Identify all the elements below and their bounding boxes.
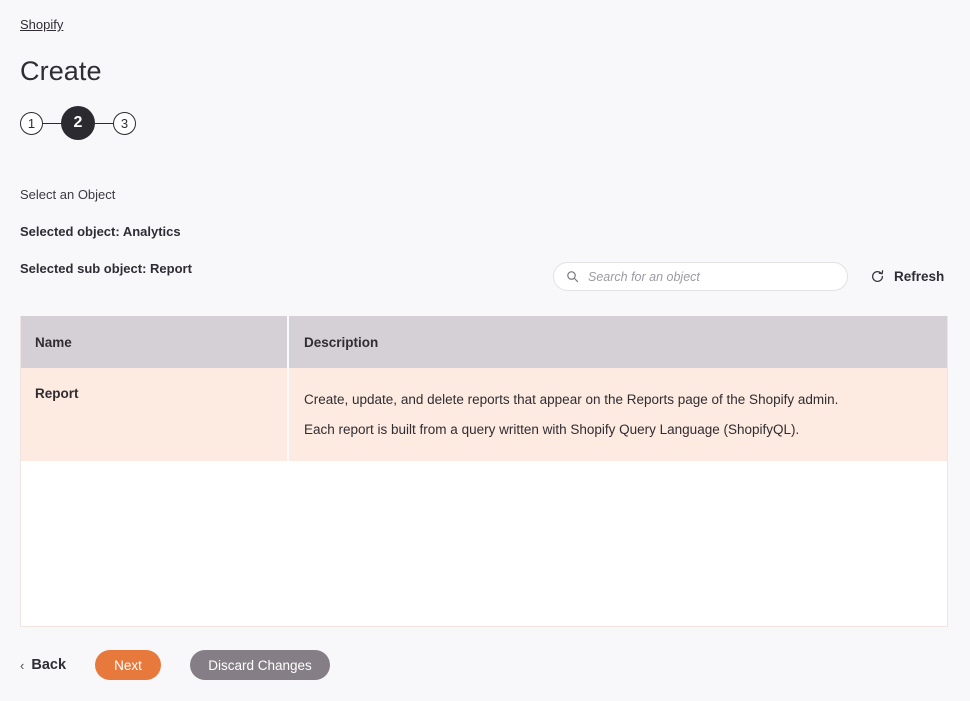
breadcrumb: Shopify xyxy=(20,0,950,33)
refresh-button[interactable]: Refresh xyxy=(870,269,944,284)
table-row[interactable]: Report Create, update, and delete report… xyxy=(21,368,947,461)
footer-actions: ‹ Back Next Discard Changes xyxy=(20,650,331,680)
page-title: Create xyxy=(20,56,102,86)
description-line-1: Create, update, and delete reports that … xyxy=(304,392,839,407)
table-empty-area xyxy=(21,461,947,626)
discard-changes-button[interactable]: Discard Changes xyxy=(190,650,331,680)
step-3[interactable]: 3 xyxy=(113,111,136,135)
breadcrumb-link-shopify[interactable]: Shopify xyxy=(20,17,63,32)
step-connector-2 xyxy=(95,122,113,124)
chevron-left-icon: ‹ xyxy=(20,657,25,673)
column-header-name: Name xyxy=(21,316,289,368)
step-1[interactable]: 1 xyxy=(20,111,43,135)
column-header-description: Description xyxy=(304,334,379,350)
refresh-icon xyxy=(870,269,885,284)
search-input[interactable] xyxy=(588,269,828,284)
create-page: Shopify Create 1 2 3 Select an Object Se… xyxy=(0,0,970,701)
select-object-label: Select an Object xyxy=(20,187,116,202)
search-icon xyxy=(566,270,579,283)
search-box[interactable] xyxy=(553,262,848,291)
cell-description: Create, update, and delete reports that … xyxy=(289,368,947,461)
back-label: Back xyxy=(31,657,67,673)
stepper: 1 2 3 xyxy=(20,106,950,140)
selected-object-label: Selected object: Analytics xyxy=(20,224,181,239)
refresh-label: Refresh xyxy=(894,269,945,284)
back-button[interactable]: ‹ Back xyxy=(20,657,66,673)
search-row: Refresh xyxy=(553,262,944,291)
objects-table: Name Description Report Create, update, … xyxy=(20,316,948,627)
step-2[interactable]: 2 xyxy=(61,106,95,140)
description-line-2: Each report is built from a query writte… xyxy=(304,422,800,437)
next-button[interactable]: Next xyxy=(95,650,162,680)
cell-name: Report xyxy=(21,368,289,461)
table-header-row: Name Description xyxy=(21,316,947,368)
step-connector-1 xyxy=(43,122,61,124)
